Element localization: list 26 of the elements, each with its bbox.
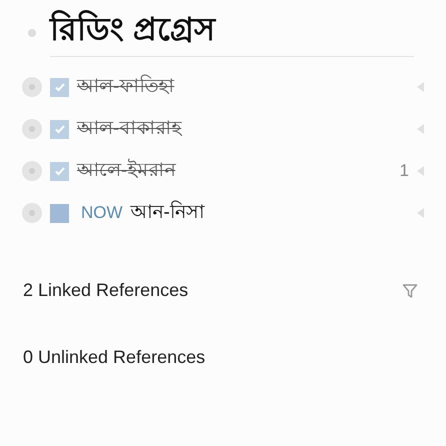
checkbox[interactable] <box>50 162 69 180</box>
task-text: আল-বাকারাহ <box>77 116 182 141</box>
filter-icon[interactable] <box>402 282 418 298</box>
task-text: আল-ফাতিহা <box>77 74 174 99</box>
bullet-icon[interactable] <box>22 203 42 223</box>
references-heading[interactable]: 0 Unlinked References <box>23 344 206 371</box>
bullet-icon[interactable] <box>22 161 42 181</box>
bullet-icon[interactable] <box>22 77 42 97</box>
check-icon <box>54 165 66 177</box>
reference-count: 1 <box>400 160 409 182</box>
check-icon <box>54 81 66 93</box>
bullet-icon[interactable] <box>28 29 36 37</box>
task-text: আলে-ইমরান <box>77 158 176 183</box>
page-title: রিডিং প্রগ্রেস <box>50 9 215 49</box>
collapse-arrow-icon[interactable] <box>417 82 424 92</box>
check-icon <box>54 123 66 135</box>
now-tag: NOW <box>81 200 123 226</box>
collapse-arrow-icon[interactable] <box>417 208 424 218</box>
references-heading[interactable]: 2 Linked References <box>23 277 188 304</box>
checkbox[interactable] <box>50 78 69 96</box>
bullet-icon[interactable] <box>22 119 42 139</box>
task-text: আন-নিসা <box>130 200 205 225</box>
checkbox[interactable] <box>50 204 69 222</box>
collapse-arrow-icon[interactable] <box>417 166 424 176</box>
collapse-arrow-icon[interactable] <box>417 124 424 134</box>
checkbox[interactable] <box>50 120 69 138</box>
